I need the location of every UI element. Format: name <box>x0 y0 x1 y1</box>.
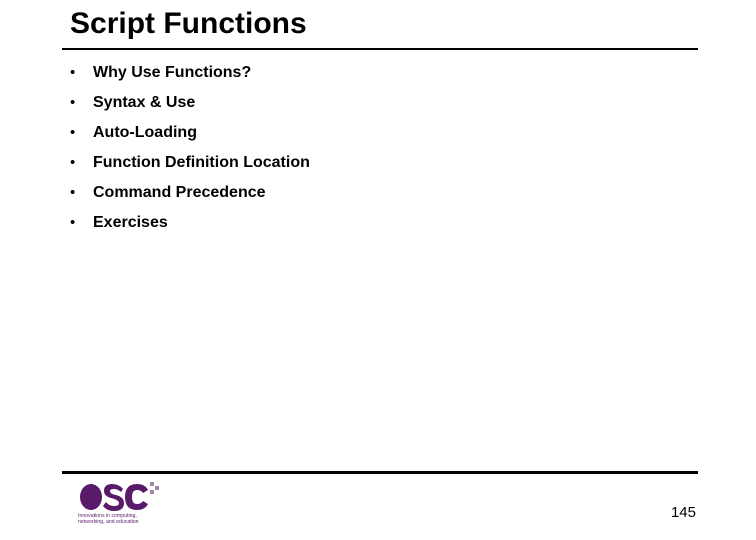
list-item: • Why Use Functions? <box>70 62 310 83</box>
title-divider <box>62 48 698 50</box>
list-item: • Syntax & Use <box>70 92 310 113</box>
bullet-text: Syntax & Use <box>93 92 195 113</box>
bullet-dot-icon: • <box>70 182 93 203</box>
osc-logo-icon: Innovations in computing, networking, an… <box>78 482 168 528</box>
bullet-list: • Why Use Functions? • Syntax & Use • Au… <box>70 62 310 242</box>
list-item: • Exercises <box>70 212 310 233</box>
bullet-text: Why Use Functions? <box>93 62 251 83</box>
bullet-dot-icon: • <box>70 92 93 113</box>
bullet-dot-icon: • <box>70 152 93 173</box>
page-number: 145 <box>671 504 696 521</box>
bullet-text: Auto-Loading <box>93 122 197 143</box>
bullet-dot-icon: • <box>70 212 93 233</box>
bullet-text: Command Precedence <box>93 182 266 203</box>
footer-divider <box>62 471 698 474</box>
logo-tagline-2: networking, and education <box>78 519 139 525</box>
list-item: • Auto-Loading <box>70 122 310 143</box>
bullet-dot-icon: • <box>70 122 93 143</box>
bullet-text: Function Definition Location <box>93 152 310 173</box>
bullet-text: Exercises <box>93 212 168 233</box>
slide-title: Script Functions <box>70 7 307 41</box>
slide: Script Functions • Why Use Functions? • … <box>0 0 756 540</box>
bullet-dot-icon: • <box>70 62 93 83</box>
list-item: • Function Definition Location <box>70 152 310 173</box>
list-item: • Command Precedence <box>70 182 310 203</box>
